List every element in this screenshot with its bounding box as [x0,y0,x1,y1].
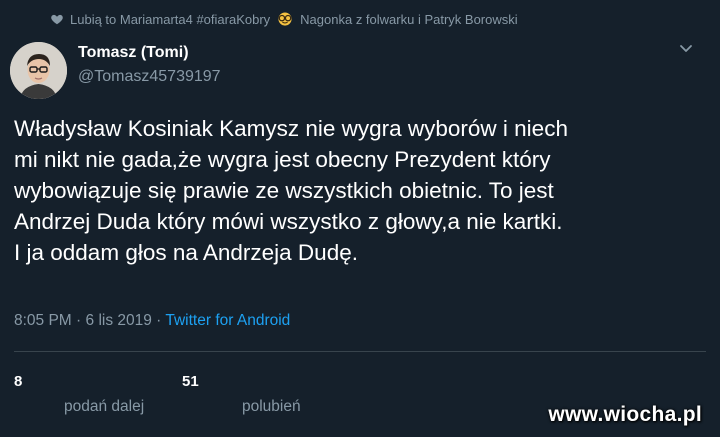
tweet-meta: 8:05 PM · 6 lis 2019 · Twitter for Andro… [14,312,290,330]
retweet-label[interactable]: podań dalej [64,398,144,416]
social-context-text-after: Nagonka z folwarku i Patryk Borowski [300,11,518,27]
tweet-line: mi nikt nie gada,że wygra jest obecny Pr… [14,147,551,172]
tweet-line: I ja oddam głos na Andrzeja Dudę. [14,240,358,265]
like-count[interactable]: 51 [182,373,199,390]
avatar[interactable] [10,42,67,99]
social-context: Lubią to Mariamarta4 #ofiaraKobry Nagonk… [50,8,518,30]
tweet-text: Władysław Kosiniak Kamysz nie wygra wybo… [14,113,714,268]
meta-separator: · [71,312,86,329]
social-context-text-before: Lubią to Mariamarta4 #ofiaraKobry [70,11,271,27]
tweet-line: wybowiązuje się prawie ze wszystkich obi… [14,178,554,203]
tweet-line: Władysław Kosiniak Kamysz nie wygra wybo… [14,116,568,141]
retweet-count[interactable]: 8 [14,373,22,390]
tweet-source-link[interactable]: Twitter for Android [165,312,290,329]
avatar-image [10,42,67,99]
heart-icon [51,14,63,25]
author-handle[interactable]: @Tomasz45739197 [78,68,221,86]
tweet-line: Andrzej Duda który mówi wszystko z głowy… [14,209,563,234]
tweet-date[interactable]: 6 lis 2019 [86,312,152,329]
nerd-face-emoji-icon [278,12,292,26]
site-watermark: www.wiocha.pl [548,403,702,426]
tweet-time[interactable]: 8:05 PM [14,312,72,329]
meta-separator: · [151,312,166,329]
author-name[interactable]: Tomasz (Tomi) [78,44,189,62]
chevron-down-icon[interactable] [678,43,694,55]
divider [14,351,706,352]
like-label[interactable]: polubień [242,398,301,416]
